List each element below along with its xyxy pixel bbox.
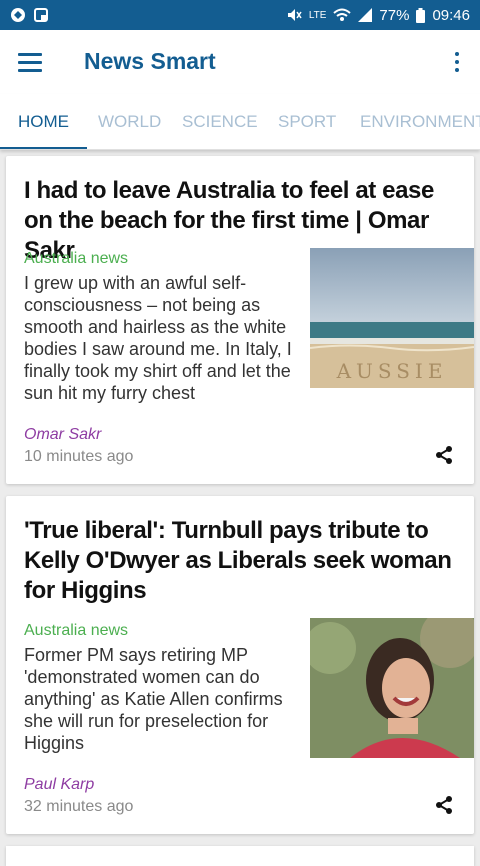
app-bar: News Smart xyxy=(0,30,480,94)
app-title: News Smart xyxy=(84,48,216,74)
article-time: 10 minutes ago xyxy=(24,448,134,465)
tab-science[interactable]: SCIENCE xyxy=(182,94,258,149)
share-icon[interactable] xyxy=(434,795,454,815)
section-tabs: HOME WORLD SCIENCE SPORT ENVIRONMENT xyxy=(0,94,480,150)
next-article-card-peek[interactable] xyxy=(6,846,474,866)
signal-icon xyxy=(358,8,373,22)
tab-environment[interactable]: ENVIRONMENT xyxy=(360,94,480,149)
article-author[interactable]: Omar Sakr xyxy=(24,426,101,444)
article-section[interactable]: Australia news xyxy=(24,250,128,268)
battery-icon xyxy=(416,7,426,23)
tab-home[interactable]: HOME xyxy=(0,94,87,149)
article-time: 32 minutes ago xyxy=(24,798,134,815)
mute-icon xyxy=(287,9,302,21)
article-card[interactable]: I had to leave Australia to feel at ease… xyxy=(6,156,474,484)
tab-sport[interactable]: SPORT xyxy=(278,94,336,149)
screenshot-icon xyxy=(34,8,48,22)
battery-level: 77% xyxy=(379,6,410,24)
overflow-menu-icon[interactable] xyxy=(452,48,462,76)
article-card[interactable]: 'True liberal': Turnbull pays tribute to… xyxy=(6,496,474,834)
clock: 09:46 xyxy=(432,6,470,24)
article-thumbnail[interactable] xyxy=(310,618,474,758)
sand-writing: AUSSIE xyxy=(336,359,448,383)
article-summary: Former PM says retiring MP 'demonstrated… xyxy=(24,645,283,753)
app-notification-icon xyxy=(11,8,25,22)
share-icon[interactable] xyxy=(434,445,454,465)
article-author[interactable]: Paul Karp xyxy=(24,776,94,794)
status-bar: LTE 77% 09:46 xyxy=(0,0,480,30)
wifi-icon xyxy=(333,8,352,21)
network-type: LTE xyxy=(308,9,327,21)
article-thumbnail[interactable]: AUSSIE xyxy=(310,248,474,388)
hamburger-menu-icon[interactable] xyxy=(18,48,46,76)
article-section[interactable]: Australia news xyxy=(24,622,128,640)
tab-world[interactable]: WORLD xyxy=(98,94,161,149)
article-summary: I grew up with an awful self-consciousne… xyxy=(24,273,292,403)
article-headline[interactable]: 'True liberal': Turnbull pays tribute to… xyxy=(24,516,454,606)
